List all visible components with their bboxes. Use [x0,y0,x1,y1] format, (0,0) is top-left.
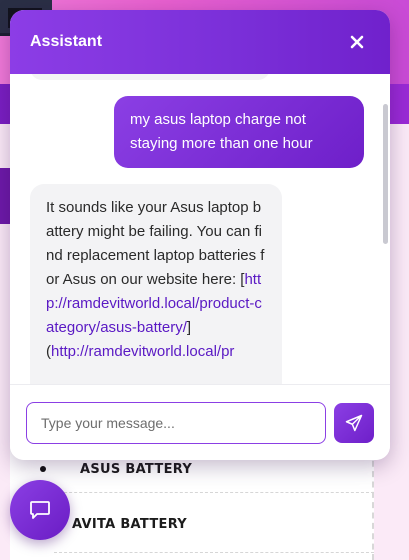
message-list[interactable]: my asus laptop charge not staying more t… [10,74,390,394]
category-divider [54,492,374,493]
close-icon [350,35,364,49]
chat-input-area [10,384,390,460]
user-message-bubble: my asus laptop charge not staying more t… [114,96,364,168]
category-label: ASUS BATTERY [80,461,193,477]
category-item-asus-battery[interactable]: ASUS BATTERY [40,458,192,480]
send-button[interactable] [334,403,374,443]
bullet-icon [40,466,46,472]
chat-bubble-icon [30,501,50,519]
category-item-avita-battery[interactable]: AVITA BATTERY [72,513,187,535]
product-category-url-link[interactable]: http://ramdevitworld.local/pr [51,343,234,360]
chat-title: Assistant [30,33,103,50]
chat-header: Assistant [10,10,390,74]
user-message-text: my asus laptop charge not staying more t… [130,111,313,152]
previous-message-bubble [30,74,270,80]
category-label: AVITA BATTERY [72,516,188,532]
site-sidebar-accent [0,168,10,224]
send-icon [345,414,363,432]
message-scrollbar[interactable] [383,104,388,244]
assistant-message-text: It sounds like your Asus laptop battery … [46,199,265,288]
message-input[interactable] [26,402,326,444]
close-button[interactable] [344,29,370,55]
link-bracket-close: ] [186,319,192,336]
category-divider [54,552,374,553]
chat-window: Assistant my asus laptop charge not stay… [10,10,390,460]
chat-launcher-button[interactable] [10,480,70,540]
assistant-message-bubble: It sounds like your Asus laptop battery … [30,184,282,394]
